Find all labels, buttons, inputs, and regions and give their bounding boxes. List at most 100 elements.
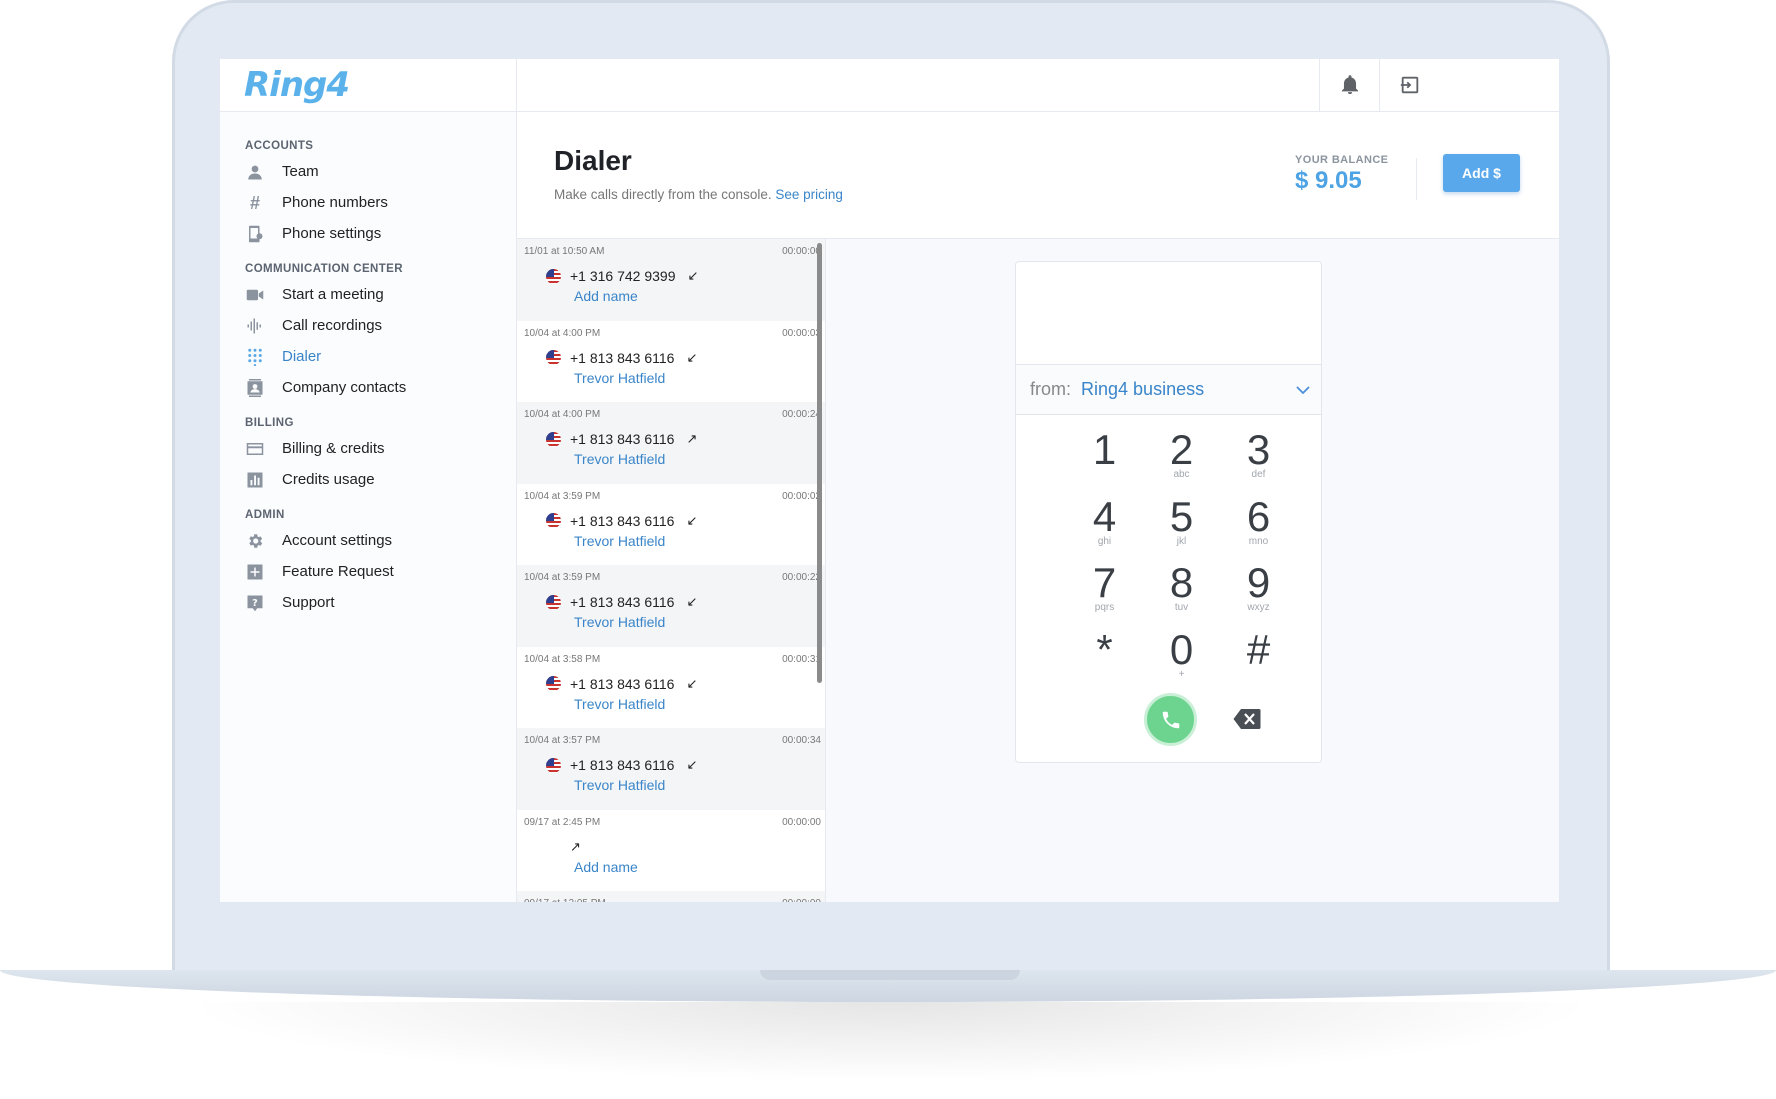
svg-text:?: ? bbox=[252, 598, 258, 609]
dial-key[interactable]: 8 tuv bbox=[1143, 562, 1220, 629]
backspace-icon[interactable] bbox=[1233, 708, 1261, 730]
contact-name-link[interactable]: Trevor Hatfield bbox=[574, 533, 665, 549]
page-title: Dialer bbox=[554, 145, 632, 176]
call-history-list[interactable]: 11/01 at 10:50 AM 00:00:00 +1 316 742 93… bbox=[517, 239, 826, 902]
sidebar-item-feature-request[interactable]: Feature Request bbox=[245, 556, 516, 587]
call-direction-icon: ↗ bbox=[570, 838, 581, 854]
key-letters: ghi bbox=[1097, 535, 1112, 547]
logout-button[interactable] bbox=[1379, 59, 1440, 111]
key-digit: 9 bbox=[1246, 559, 1271, 606]
notifications-button[interactable] bbox=[1319, 59, 1380, 111]
call-time: 10/04 at 3:59 PM bbox=[524, 490, 601, 502]
sidebar-item-phone-numbers[interactable]: # Phone numbers bbox=[245, 187, 516, 218]
dial-key[interactable]: * bbox=[1066, 625, 1143, 696]
call-list-scrollbar[interactable] bbox=[817, 239, 822, 683]
sidebar-item-label: Start a meeting bbox=[282, 286, 384, 303]
add-funds-button[interactable]: Add $ bbox=[1443, 154, 1520, 192]
bar-chart-icon bbox=[245, 470, 265, 490]
dial-key[interactable]: 5 jkl bbox=[1143, 495, 1220, 563]
call-number: +1 813 843 6116 bbox=[570, 675, 675, 692]
ring4-logo[interactable]: Ring4 bbox=[244, 65, 350, 105]
call-row[interactable]: 10/04 at 4:00 PM 00:00:24 +1 813 843 611… bbox=[517, 402, 825, 484]
key-digit: 8 bbox=[1169, 559, 1194, 606]
dial-key[interactable]: # bbox=[1220, 625, 1297, 696]
dial-key[interactable]: 2 abc bbox=[1143, 429, 1220, 496]
sidebar-item-billing-and-credits[interactable]: Billing & credits bbox=[245, 433, 516, 464]
sidebar-item-phone-settings[interactable]: Phone settings bbox=[245, 218, 516, 249]
dial-key[interactable]: 6 mno bbox=[1220, 495, 1297, 563]
dial-key[interactable]: 7 pqrs bbox=[1066, 562, 1143, 629]
sidebar-item-label: Support bbox=[282, 594, 335, 611]
keypad-icon bbox=[245, 347, 265, 367]
dial-key[interactable]: 0 + bbox=[1143, 625, 1220, 696]
phone-icon bbox=[1162, 711, 1179, 728]
call-number: +1 813 843 6116 bbox=[570, 349, 675, 366]
sidebar-item-company-contacts[interactable]: Company contacts bbox=[245, 372, 516, 403]
call-duration: 00:00:34 bbox=[782, 735, 821, 746]
key-letters: + bbox=[1178, 668, 1185, 680]
top-bar bbox=[517, 59, 1559, 112]
dial-key[interactable]: 9 wxyz bbox=[1220, 562, 1297, 629]
sidebar-item-call-recordings[interactable]: Call recordings bbox=[245, 310, 516, 341]
person-icon bbox=[245, 162, 265, 182]
key-digit: 3 bbox=[1246, 426, 1271, 473]
dial-key[interactable]: 3 def bbox=[1220, 429, 1297, 496]
call-row[interactable]: 10/04 at 3:59 PM 00:00:02 +1 813 843 611… bbox=[517, 484, 825, 566]
us-flag-icon bbox=[546, 757, 561, 773]
call-row[interactable]: 09/17 at 2:45 PM 00:00:00 ↗ Add name bbox=[517, 810, 825, 892]
key-digit: 7 bbox=[1092, 559, 1117, 606]
contact-name-link[interactable]: Trevor Hatfield bbox=[574, 777, 665, 793]
key-digit: * bbox=[1096, 625, 1113, 673]
key-letters: tuv bbox=[1174, 602, 1189, 613]
call-number-line: +1 813 843 6116 ↙ bbox=[546, 594, 697, 610]
sidebar-item-label: Dialer bbox=[282, 348, 322, 365]
key-letters: def bbox=[1251, 469, 1266, 480]
call-duration: 00:00:00 bbox=[782, 898, 821, 902]
call-direction-icon: ↙ bbox=[686, 512, 698, 528]
call-row[interactable]: 10/04 at 3:57 PM 00:00:34 +1 813 843 611… bbox=[517, 728, 825, 810]
call-duration: 00:00:22 bbox=[782, 572, 821, 583]
sidebar-item-label: Feature Request bbox=[282, 563, 394, 580]
call-direction-icon: ↙ bbox=[686, 757, 698, 772]
contact-name-link[interactable]: Trevor Hatfield bbox=[574, 614, 665, 630]
sidebar-item-credits-usage[interactable]: Credits usage bbox=[245, 464, 516, 495]
call-row[interactable]: 09/17 at 12:05 PM 00:00:00 bbox=[517, 891, 825, 902]
sidebar-item-start-a-meeting[interactable]: Start a meeting bbox=[245, 279, 516, 310]
contact-name-link[interactable]: Trevor Hatfield bbox=[574, 370, 665, 386]
call-row[interactable]: 10/04 at 3:59 PM 00:00:22 +1 813 843 611… bbox=[517, 565, 825, 647]
sidebar-item-label: Call recordings bbox=[282, 317, 383, 334]
dial-key[interactable]: 4 ghi bbox=[1066, 495, 1143, 563]
hash-icon: # bbox=[249, 192, 260, 213]
sidebar-item-label: Team bbox=[282, 163, 319, 180]
call-duration: 00:00:02 bbox=[782, 490, 821, 502]
contact-name-link[interactable]: Add name bbox=[574, 859, 638, 875]
waveform-icon bbox=[245, 316, 265, 336]
contact-name-link[interactable]: Trevor Hatfield bbox=[574, 696, 665, 712]
page-header: Dialer Make calls directly from the cons… bbox=[517, 112, 1559, 239]
call-row[interactable]: 10/04 at 4:00 PM 00:00:03 +1 813 843 611… bbox=[517, 321, 825, 403]
contact-name-link[interactable]: Trevor Hatfield bbox=[574, 451, 665, 467]
key-digit: # bbox=[1246, 625, 1271, 673]
sidebar-item-dialer[interactable]: Dialer bbox=[245, 341, 516, 372]
call-row[interactable]: 10/04 at 3:58 PM 00:00:31 +1 813 843 611… bbox=[517, 647, 825, 729]
call-number: +1 813 843 6116 bbox=[570, 594, 675, 610]
contact-name-link[interactable]: Add name bbox=[574, 288, 638, 304]
dial-key[interactable]: 1 bbox=[1066, 429, 1143, 496]
see-pricing-link[interactable]: See pricing bbox=[775, 187, 843, 202]
from-selector[interactable]: from: Ring4 business bbox=[1016, 365, 1321, 415]
call-row[interactable]: 11/01 at 10:50 AM 00:00:00 +1 316 742 93… bbox=[517, 239, 825, 321]
keypad-grid: 1 2 abc 3 def 4 ghi 5 jkl 6 mno 7 pqrs 8 tuv 9 … bbox=[1066, 429, 1296, 695]
call-time: 10/04 at 4:00 PM bbox=[524, 409, 601, 420]
call-time: 10/04 at 3:58 PM bbox=[524, 653, 601, 665]
us-flag-icon bbox=[546, 268, 561, 284]
scrollbar-thumb[interactable] bbox=[817, 243, 822, 683]
key-letters: abc bbox=[1173, 469, 1190, 480]
call-number: +1 813 843 6116 bbox=[570, 512, 675, 529]
sidebar-item-team[interactable]: Team bbox=[245, 156, 516, 187]
sidebar-item-account-settings[interactable]: Account settings bbox=[245, 525, 516, 556]
number-display[interactable] bbox=[1016, 262, 1321, 365]
call-button[interactable] bbox=[1144, 693, 1197, 746]
sidebar-item-support[interactable]: ? Support bbox=[245, 587, 516, 618]
key-digit: 0 bbox=[1169, 625, 1194, 673]
call-number: +1 813 843 6116 bbox=[570, 431, 675, 447]
